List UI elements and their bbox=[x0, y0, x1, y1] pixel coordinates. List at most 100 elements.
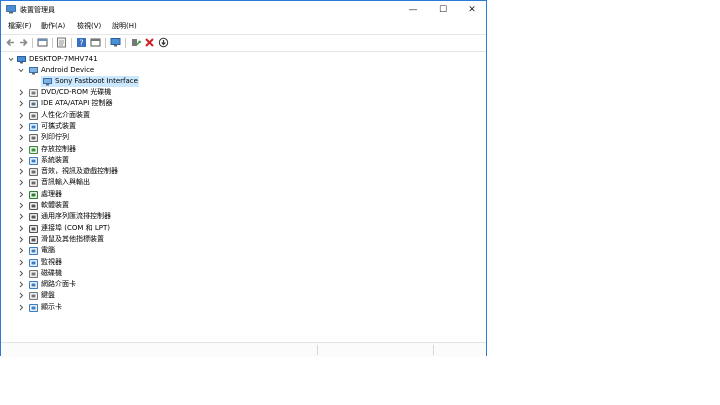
update-driver-icon[interactable] bbox=[130, 37, 141, 48]
tree-category[interactable]: IDE ATA/ATAPI 控制器 bbox=[1, 98, 201, 109]
tree-category[interactable]: 磁碟機 bbox=[1, 268, 201, 279]
chevron-right-icon[interactable] bbox=[17, 98, 25, 109]
chevron-right-icon[interactable] bbox=[17, 132, 25, 143]
monitor-icon bbox=[29, 258, 38, 267]
tree-category[interactable]: 監視器 bbox=[1, 257, 201, 268]
device-sony-fastboot[interactable]: Sony Fastboot Interface bbox=[41, 76, 139, 87]
forward-icon[interactable] bbox=[18, 37, 29, 48]
monitor-icon[interactable] bbox=[110, 37, 121, 48]
chevron-right-icon[interactable] bbox=[17, 245, 25, 256]
menu-bar: 檔案(F) 動作(A) 檢視(V) 說明(H) bbox=[1, 19, 486, 33]
category-label: 列印佇列 bbox=[41, 133, 69, 142]
tree-category[interactable]: 人性化介面裝置 bbox=[1, 110, 201, 121]
menu-view[interactable]: 檢視(V) bbox=[77, 21, 101, 31]
processor-icon bbox=[29, 190, 38, 199]
category-label: 電腦 bbox=[41, 246, 55, 255]
mouse-icon bbox=[29, 235, 38, 244]
device-tree[interactable]: DESKTOP-7MHV741 Android Device Sony Fast… bbox=[1, 51, 486, 342]
tree-category[interactable]: 滑鼠及其他指標裝置 bbox=[1, 234, 201, 245]
tree-category[interactable]: 音訊輸入與輸出 bbox=[1, 177, 201, 188]
chevron-right-icon[interactable] bbox=[17, 211, 25, 222]
status-separator bbox=[433, 345, 434, 355]
disable-icon[interactable] bbox=[158, 37, 169, 48]
device-manager-window: 裝置管理員 — ☐ ✕ 檔案(F) 動作(A) 檢視(V) 說明(H) ? DE… bbox=[0, 0, 487, 357]
tree-category[interactable]: 音效，視訊及遊戲控制器 bbox=[1, 166, 201, 177]
chevron-right-icon[interactable] bbox=[17, 166, 25, 177]
category-label: 音效，視訊及遊戲控制器 bbox=[41, 167, 118, 176]
tree-category[interactable]: 顯示卡 bbox=[1, 302, 201, 313]
toolbar-separator bbox=[52, 38, 53, 48]
computer-name: DESKTOP-7MHV741 bbox=[29, 55, 98, 63]
chevron-down-icon[interactable] bbox=[7, 54, 15, 65]
category-label: 鍵盤 bbox=[41, 291, 55, 300]
tree-category[interactable]: 網路介面卡 bbox=[1, 279, 201, 290]
chevron-right-icon[interactable] bbox=[17, 290, 25, 301]
close-button[interactable]: ✕ bbox=[457, 1, 487, 19]
chevron-right-icon[interactable] bbox=[17, 110, 25, 121]
ide-icon bbox=[29, 100, 38, 109]
network-icon bbox=[29, 281, 38, 290]
device-manager-icon bbox=[6, 5, 16, 14]
chevron-right-icon[interactable] bbox=[17, 200, 25, 211]
port-icon bbox=[29, 224, 38, 233]
maximize-button[interactable]: ☐ bbox=[428, 1, 458, 19]
disk-icon bbox=[29, 269, 38, 278]
chevron-right-icon[interactable] bbox=[17, 268, 25, 279]
toolbar-separator bbox=[125, 38, 126, 48]
chevron-right-icon[interactable] bbox=[17, 155, 25, 166]
chevron-right-icon[interactable] bbox=[17, 257, 25, 268]
tree-category[interactable]: 存放控制器 bbox=[1, 144, 201, 155]
chevron-right-icon[interactable] bbox=[17, 189, 25, 200]
portable-icon bbox=[29, 122, 38, 131]
menu-action[interactable]: 動作(A) bbox=[41, 21, 65, 31]
category-label: 處理器 bbox=[41, 189, 62, 198]
details-icon[interactable] bbox=[56, 37, 67, 48]
hid-icon bbox=[29, 111, 38, 120]
category-label: 滑鼠及其他指標裝置 bbox=[41, 234, 104, 243]
category-label: IDE ATA/ATAPI 控制器 bbox=[41, 99, 113, 108]
chevron-right-icon[interactable] bbox=[17, 144, 25, 155]
menu-file[interactable]: 檔案(F) bbox=[8, 21, 32, 31]
tree-category[interactable]: 可攜式裝置 bbox=[1, 121, 201, 132]
window-title: 裝置管理員 bbox=[20, 6, 55, 14]
title-bar[interactable]: 裝置管理員 — ☐ ✕ bbox=[1, 1, 486, 19]
device-label: Sony Fastboot Interface bbox=[55, 77, 138, 85]
category-label: Android Device bbox=[41, 66, 95, 74]
tree-category-android[interactable]: Android Device bbox=[1, 65, 201, 76]
dvd-icon bbox=[29, 89, 38, 97]
svg-text:?: ? bbox=[79, 39, 83, 48]
chevron-right-icon[interactable] bbox=[17, 177, 25, 188]
computer-icon bbox=[29, 247, 38, 256]
tree-category[interactable]: 系統裝置 bbox=[1, 155, 201, 166]
chevron-right-icon[interactable] bbox=[17, 223, 25, 234]
tree-category[interactable]: 列印佇列 bbox=[1, 132, 201, 143]
tree-root[interactable]: DESKTOP-7MHV741 bbox=[1, 54, 201, 65]
tree-category[interactable]: 連接埠 (COM 和 LPT) bbox=[1, 223, 201, 234]
tree-category[interactable]: DVD/CD-ROM 光碟機 bbox=[1, 87, 201, 98]
chevron-right-icon[interactable] bbox=[17, 279, 25, 290]
category-label: 通用序列匯流排控制器 bbox=[41, 212, 111, 221]
chevron-right-icon[interactable] bbox=[17, 87, 25, 98]
tree-category[interactable]: 通用序列匯流排控制器 bbox=[1, 211, 201, 222]
minimize-button[interactable]: — bbox=[398, 1, 428, 19]
menu-help[interactable]: 說明(H) bbox=[112, 21, 137, 31]
properties-view-icon[interactable] bbox=[37, 37, 48, 48]
audio-io-icon bbox=[29, 179, 38, 188]
tree-category[interactable]: 電腦 bbox=[1, 245, 201, 256]
chevron-down-icon[interactable] bbox=[17, 65, 25, 76]
audio-icon bbox=[29, 168, 38, 177]
tree-category[interactable]: 處理器 bbox=[1, 189, 201, 200]
tree-category[interactable]: 鍵盤 bbox=[1, 290, 201, 301]
display-icon bbox=[29, 303, 38, 312]
chevron-right-icon[interactable] bbox=[17, 121, 25, 132]
panel-icon[interactable] bbox=[90, 37, 101, 48]
back-icon[interactable] bbox=[5, 37, 16, 48]
chevron-right-icon[interactable] bbox=[17, 302, 25, 313]
category-label: 連接埠 (COM 和 LPT) bbox=[41, 223, 110, 232]
help-icon[interactable]: ? bbox=[76, 37, 87, 48]
android-device-icon bbox=[43, 78, 52, 86]
tree-category[interactable]: 軟體裝置 bbox=[1, 200, 201, 211]
software-icon bbox=[29, 202, 38, 210]
chevron-right-icon[interactable] bbox=[17, 234, 25, 245]
uninstall-icon[interactable] bbox=[144, 37, 155, 48]
